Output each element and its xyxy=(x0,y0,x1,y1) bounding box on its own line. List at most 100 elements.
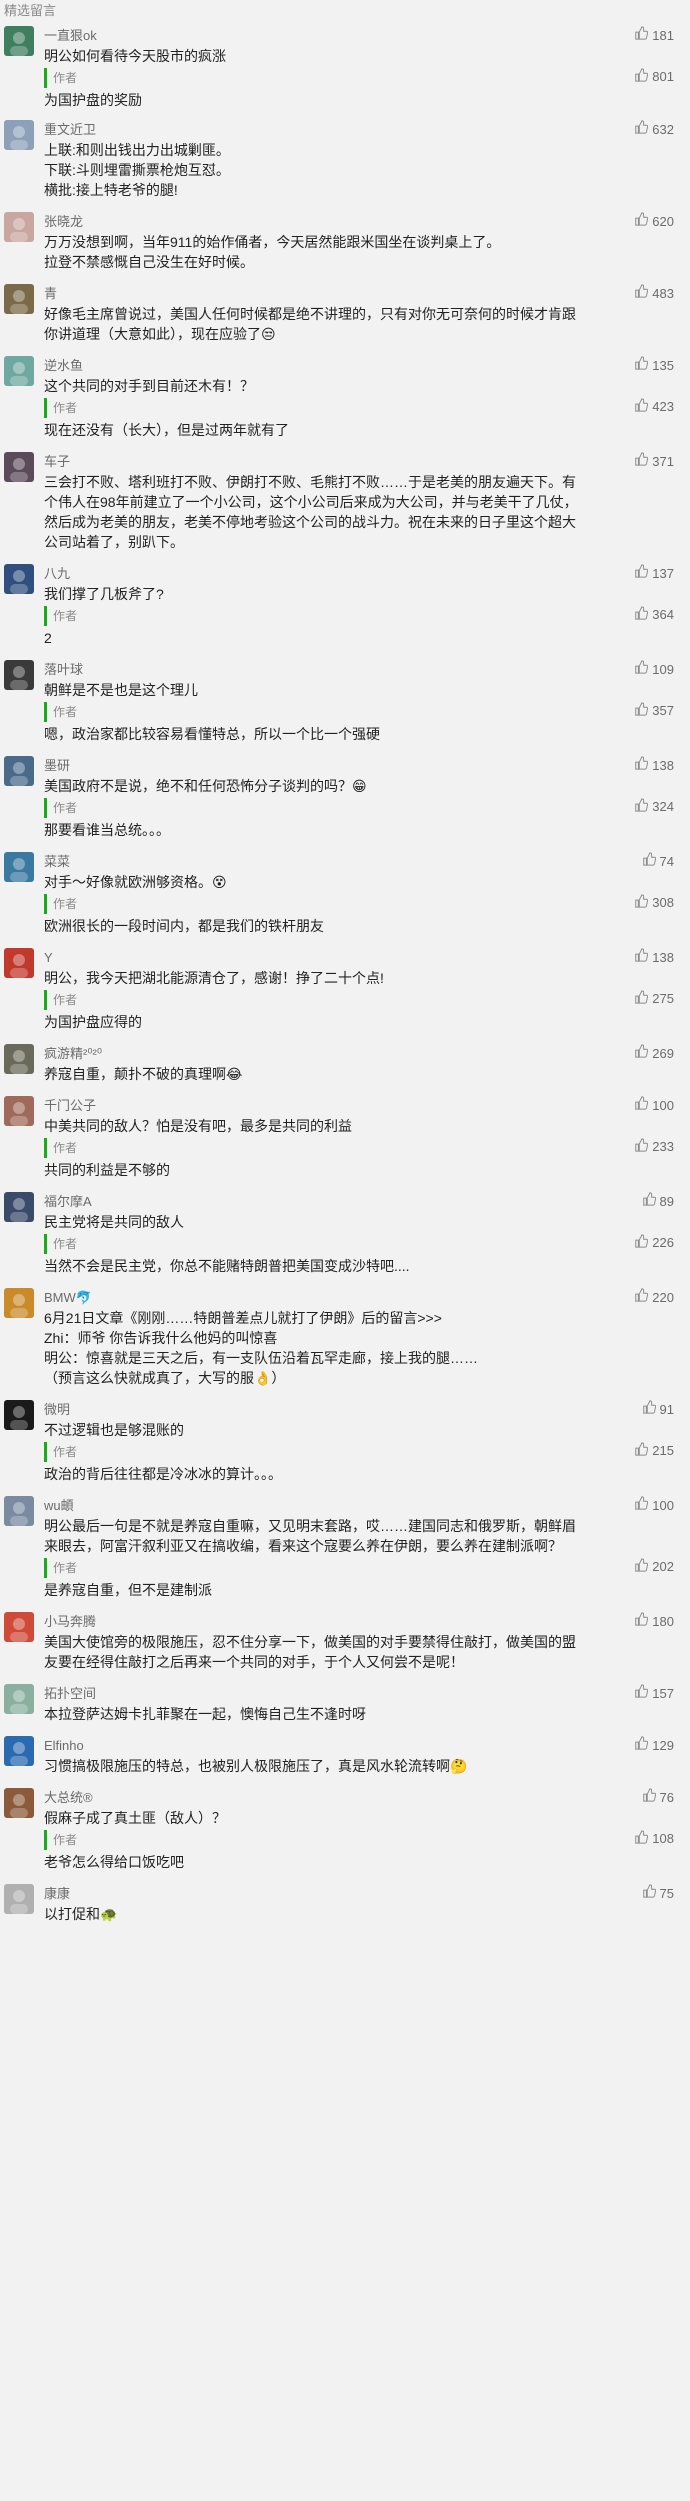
like-button[interactable]: 129 xyxy=(634,1736,674,1756)
comment-nickname[interactable]: 福尔摩A xyxy=(44,1194,92,1209)
avatar[interactable] xyxy=(4,948,34,978)
list-item: 拓扑空间 157 本拉登萨达姆卡扎菲聚在一起，懊悔自己生不逢时呀 xyxy=(0,1680,690,1724)
reply-like-count: 324 xyxy=(652,799,674,814)
like-button[interactable]: 75 xyxy=(642,1884,674,1904)
avatar[interactable] xyxy=(4,452,34,482)
comment-nickname[interactable]: wu頔 xyxy=(44,1498,74,1513)
author-tag: 作者 xyxy=(44,1558,676,1578)
comment-nickname[interactable]: 青 xyxy=(44,286,57,301)
reply-like-button[interactable]: 364 xyxy=(634,606,674,623)
like-button[interactable]: 76 xyxy=(642,1788,674,1808)
like-button[interactable]: 371 xyxy=(634,452,674,472)
comment-nickname[interactable]: 菜菜 xyxy=(44,854,70,869)
reply-like-button[interactable]: 324 xyxy=(634,798,674,815)
comment-nickname[interactable]: 张晓龙 xyxy=(44,214,83,229)
comment-text: 6月21日文章《刚刚……特朗普差点儿就打了伊朗》后的留言>>> Zhi：师爷 你告… xyxy=(44,1308,676,1388)
reply-like-button[interactable]: 215 xyxy=(634,1442,674,1459)
reply-like-button[interactable]: 226 xyxy=(634,1234,674,1251)
avatar[interactable] xyxy=(4,1736,34,1766)
reply-like-button[interactable]: 357 xyxy=(634,702,674,719)
comment-nickname[interactable]: 康康 xyxy=(44,1886,70,1901)
comment-nickname[interactable]: 落叶球 xyxy=(44,662,83,677)
like-count: 100 xyxy=(652,1098,674,1113)
avatar[interactable] xyxy=(4,356,34,386)
reply-like-button[interactable]: 801 xyxy=(634,68,674,85)
avatar[interactable] xyxy=(4,564,34,594)
like-button[interactable]: 157 xyxy=(634,1684,674,1704)
reply-like-button[interactable]: 308 xyxy=(634,894,674,911)
like-button[interactable]: 620 xyxy=(634,212,674,232)
list-item: 疯游精²⁰²⁰ 269 养寇自重，颠扑不破的真理啊😂 xyxy=(0,1040,690,1084)
comment-nickname[interactable]: 八九 xyxy=(44,566,70,581)
list-item: 落叶球 109 朝鲜是不是也是这个理儿作者 357 嗯，政治家都比较容易看懂特总，所以一… xyxy=(0,656,690,744)
author-reply: 作者 357 嗯，政治家都比较容易看懂特总，所以一个比一个强硬 xyxy=(44,702,676,744)
like-button[interactable]: 91 xyxy=(642,1400,674,1420)
avatar[interactable] xyxy=(4,284,34,314)
avatar[interactable] xyxy=(4,1044,34,1074)
like-button[interactable]: 220 xyxy=(634,1288,674,1308)
avatar[interactable] xyxy=(4,1096,34,1126)
avatar[interactable] xyxy=(4,1496,34,1526)
like-button[interactable]: 180 xyxy=(634,1612,674,1632)
like-button[interactable]: 138 xyxy=(634,948,674,968)
like-button[interactable]: 100 xyxy=(634,1496,674,1516)
like-button[interactable]: 483 xyxy=(634,284,674,304)
list-item: 康康 75 以打促和🐢 xyxy=(0,1880,690,1924)
like-button[interactable]: 632 xyxy=(634,120,674,140)
like-button[interactable]: 138 xyxy=(634,756,674,776)
like-button[interactable]: 109 xyxy=(634,660,674,680)
avatar[interactable] xyxy=(4,120,34,150)
like-button[interactable]: 89 xyxy=(642,1192,674,1212)
reply-like-button[interactable]: 108 xyxy=(634,1830,674,1847)
like-button[interactable]: 269 xyxy=(634,1044,674,1064)
thumbs-up-icon xyxy=(634,798,649,815)
comment-nickname[interactable]: 拓扑空间 xyxy=(44,1686,96,1701)
reply-like-button[interactable]: 423 xyxy=(634,398,674,415)
avatar[interactable] xyxy=(4,756,34,786)
avatar[interactable] xyxy=(4,1612,34,1642)
reply-text: 现在还没有（长大），但是过两年就有了 xyxy=(44,422,289,438)
like-button[interactable]: 100 xyxy=(634,1096,674,1116)
reply-like-button[interactable]: 202 xyxy=(634,1558,674,1575)
comment-nickname[interactable]: 疯游精²⁰²⁰ xyxy=(44,1046,102,1061)
comment-text: 明公如何看待今天股市的疯涨 xyxy=(44,46,676,66)
comment-nickname[interactable]: 车子 xyxy=(44,454,70,469)
like-button[interactable]: 181 xyxy=(634,26,674,46)
comment-text-line: 朝鲜是不是也是这个理儿 xyxy=(44,682,198,698)
comment-nickname[interactable]: 小马奔腾 xyxy=(44,1614,96,1629)
thumbs-up-icon xyxy=(634,1442,649,1459)
comment-nickname[interactable]: 大总统® xyxy=(44,1790,93,1805)
comment-header: 重文近卫 632 xyxy=(44,120,676,140)
avatar[interactable] xyxy=(4,26,34,56)
reply-like-button[interactable]: 233 xyxy=(634,1138,674,1155)
like-button[interactable]: 135 xyxy=(634,356,674,376)
like-button[interactable]: 74 xyxy=(642,852,674,872)
reply-like-button[interactable]: 275 xyxy=(634,990,674,1007)
section-title: 精选留言 xyxy=(4,3,57,18)
avatar[interactable] xyxy=(4,212,34,242)
comment-text-line: Zhi：师爷 你告诉我什么他妈的叫惊喜 xyxy=(44,1330,278,1346)
avatar[interactable] xyxy=(4,1400,34,1430)
comment-nickname[interactable]: Elfinho xyxy=(44,1738,84,1753)
comment-nickname[interactable]: BMW🐬 xyxy=(44,1290,92,1305)
avatar[interactable] xyxy=(4,1884,34,1914)
comment-nickname[interactable]: 逆水鱼 xyxy=(44,358,83,373)
like-button[interactable]: 137 xyxy=(634,564,674,584)
reply-text: 是养寇自重，但不是建制派 xyxy=(44,1582,212,1598)
avatar[interactable] xyxy=(4,852,34,882)
thumbs-up-icon xyxy=(634,284,649,304)
comment-nickname[interactable]: 微明 xyxy=(44,1402,70,1417)
comment-text-line: 三会打不败、塔利班打不败、伊朗打不败、毛熊打不败……于是老美的朋友遍天下。有 xyxy=(44,474,576,490)
comment-nickname[interactable]: 一直狠ok xyxy=(44,28,97,43)
avatar[interactable] xyxy=(4,1192,34,1222)
avatar[interactable] xyxy=(4,1684,34,1714)
comment-nickname[interactable]: Y xyxy=(44,950,53,965)
comment-nickname[interactable]: 千门公子 xyxy=(44,1098,96,1113)
avatar[interactable] xyxy=(4,660,34,690)
comment-header: 一直狠ok 181 xyxy=(44,26,676,46)
avatar[interactable] xyxy=(4,1288,34,1318)
comment-nickname[interactable]: 墨研 xyxy=(44,758,70,773)
comment-text: 假麻子成了真土匪（敌人）？ xyxy=(44,1808,676,1828)
comment-nickname[interactable]: 重文近卫 xyxy=(44,122,96,137)
avatar[interactable] xyxy=(4,1788,34,1818)
